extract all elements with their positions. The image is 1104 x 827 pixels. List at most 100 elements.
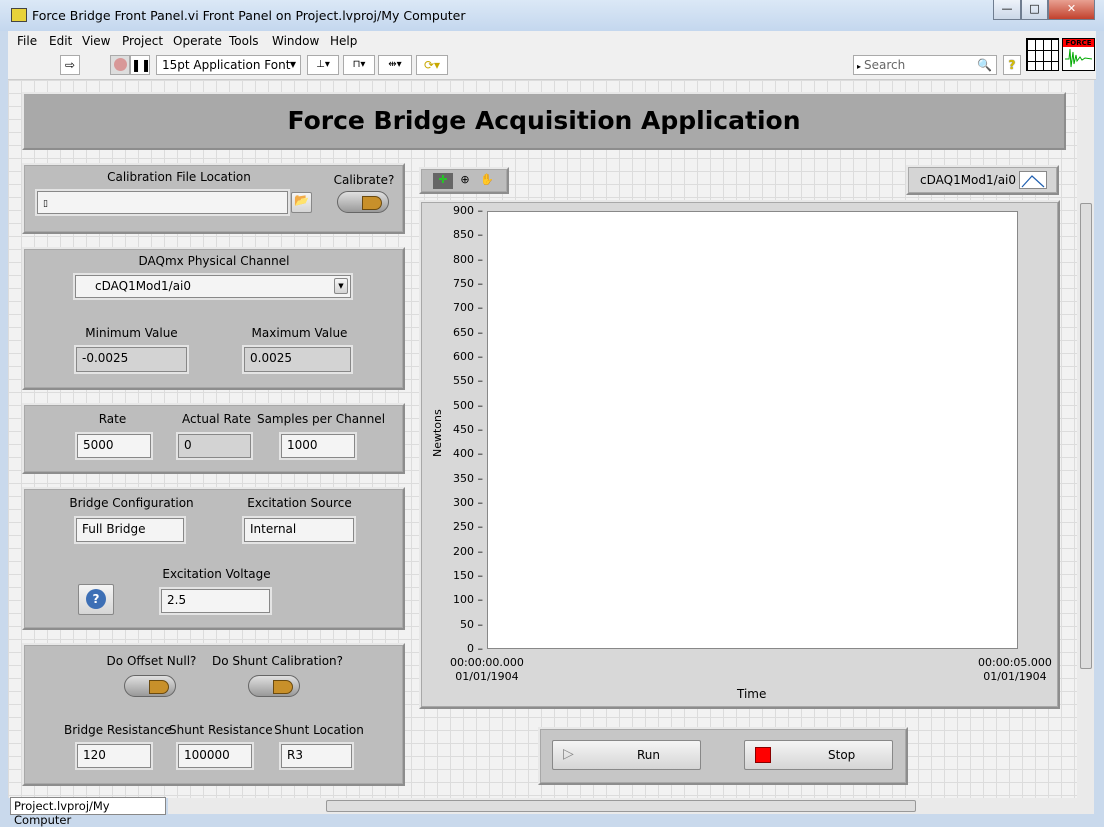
menu-window[interactable]: Window: [272, 34, 319, 48]
window-title: Force Bridge Front Panel.vi Front Panel …: [32, 8, 466, 23]
y-tick-label: 850 –: [453, 228, 483, 242]
align-objects-icon[interactable]: ⊥▾: [307, 55, 339, 75]
x-tick-start-date: 01/01/1904: [455, 670, 519, 683]
x-axis-label: Time: [737, 687, 767, 701]
vertical-scrollbar[interactable]: [1077, 80, 1094, 798]
horizontal-scrollbar[interactable]: [168, 798, 1094, 814]
play-icon: ▷: [563, 746, 574, 762]
run-arrow-icon[interactable]: ⇨: [60, 55, 80, 75]
font-dropdown[interactable]: 15pt Application Font ▼: [156, 55, 301, 75]
excitation-voltage-input[interactable]: 2.5: [159, 587, 272, 615]
menu-edit[interactable]: Edit: [49, 34, 72, 48]
maximum-value-input[interactable]: 0.0025: [242, 345, 353, 374]
menu-operate[interactable]: Operate: [173, 34, 222, 48]
channel-section: DAQmx Physical Channel cDAQ1Mod1/ai0 ▼ M…: [22, 247, 405, 390]
search-icon[interactable]: 🔍: [977, 56, 992, 74]
minimum-value-input[interactable]: -0.0025: [74, 345, 189, 374]
menu-bar: File Edit View Project Operate Tools Win…: [8, 31, 1096, 51]
maximize-button[interactable]: □: [1021, 0, 1048, 20]
menu-file[interactable]: File: [17, 34, 37, 48]
bridge-resistance-label: Bridge Resistance: [64, 723, 172, 737]
pan-tool-icon[interactable]: ✋: [477, 173, 497, 189]
y-tick-label: 550 –: [453, 374, 483, 388]
vi-icon: FORCE: [1062, 38, 1095, 71]
x-tick-start-time: 00:00:00.000: [450, 656, 524, 669]
x-tick-start: 00:00:00.000 01/01/1904: [450, 656, 524, 684]
browse-folder-button[interactable]: 📂: [291, 192, 312, 213]
calibration-file-label: Calibration File Location: [107, 170, 251, 184]
path-icon: ▯: [43, 199, 48, 209]
menu-view[interactable]: View: [82, 34, 110, 48]
calibration-file-section: Calibration File Location ▯ 📂 Calibrate?: [22, 163, 405, 234]
search-placeholder: Search: [864, 58, 906, 72]
physical-channel-value: cDAQ1Mod1/ai0: [95, 279, 192, 293]
stop-icon: [755, 747, 771, 763]
minimize-button[interactable]: —: [993, 0, 1021, 20]
x-tick-end-date: 01/01/1904: [983, 670, 1047, 683]
plot-area[interactable]: [487, 211, 1018, 649]
excitation-voltage-label: Excitation Voltage: [162, 567, 271, 581]
reorder-icon[interactable]: ⟳▾: [416, 55, 448, 75]
chevron-down-icon: ▼: [289, 60, 296, 69]
bridge-configuration-input[interactable]: Full Bridge: [74, 516, 186, 544]
pause-icon[interactable]: ❚❚: [130, 55, 151, 75]
help-button[interactable]: ?: [78, 584, 114, 615]
y-tick-label: 650 –: [453, 325, 483, 339]
connector-pane-icon: [1026, 38, 1059, 71]
stop-label: Stop: [828, 748, 856, 762]
samples-per-channel-label: Samples per Channel: [256, 412, 386, 426]
stop-button[interactable]: Stop: [744, 740, 893, 770]
calibration-file-path-input[interactable]: ▯: [35, 189, 290, 216]
samples-per-channel-input[interactable]: 1000: [279, 432, 357, 460]
waveform-chart: 0 –50 –100 –150 –200 –250 –300 –350 –400…: [419, 200, 1060, 709]
excitation-source-input[interactable]: Internal: [242, 516, 356, 544]
physical-channel-label: DAQmx Physical Channel: [138, 254, 290, 268]
y-tick-label: 350 –: [453, 471, 483, 485]
search-input[interactable]: ▸ Search 🔍: [853, 55, 997, 75]
chevron-down-icon[interactable]: ▼: [334, 278, 348, 294]
cursor-tool-icon[interactable]: ✛: [433, 173, 453, 189]
menu-help[interactable]: Help: [330, 34, 357, 48]
offset-null-toggle[interactable]: [124, 675, 176, 697]
shunt-resistance-input[interactable]: 100000: [176, 742, 254, 770]
page-title: Force Bridge Acquisition Application: [287, 106, 801, 135]
y-tick-label: 600 –: [453, 350, 483, 363]
shunt-calibration-label: Do Shunt Calibration?: [212, 654, 344, 668]
waveform-icon: [1065, 48, 1093, 68]
distribute-objects-icon[interactable]: ⊓▾: [343, 55, 375, 75]
menu-tools[interactable]: Tools: [229, 34, 259, 48]
physical-channel-dropdown[interactable]: cDAQ1Mod1/ai0 ▼: [73, 273, 353, 300]
menu-project[interactable]: Project: [122, 34, 163, 48]
vertical-scroll-thumb[interactable]: [1080, 203, 1092, 669]
plot-legend[interactable]: cDAQ1Mod1/ai0: [906, 165, 1059, 195]
header-banner: Force Bridge Acquisition Application: [22, 92, 1066, 150]
bridge-section: Bridge Configuration Full Bridge Excitat…: [22, 487, 405, 630]
rate-input[interactable]: 5000: [75, 432, 153, 460]
x-tick-end-time: 00:00:05.000: [978, 656, 1052, 669]
horizontal-scroll-thumb[interactable]: [326, 800, 916, 812]
run-button[interactable]: ▷ Run: [552, 740, 701, 770]
shunt-resistance-label: Shunt Resistance: [169, 723, 273, 737]
zoom-tool-icon[interactable]: ⊕: [455, 173, 475, 189]
help-icon[interactable]: ?: [1003, 55, 1021, 75]
calibrate-label: Calibrate?: [333, 173, 395, 187]
shunt-calibration-toggle[interactable]: [248, 675, 300, 697]
shunt-location-input[interactable]: R3: [279, 742, 354, 770]
abort-icon[interactable]: [110, 55, 130, 75]
calibrate-toggle[interactable]: [337, 191, 389, 213]
legend-series-name: cDAQ1Mod1/ai0: [920, 173, 1017, 187]
close-button[interactable]: ✕: [1048, 0, 1095, 20]
resize-objects-icon[interactable]: ⇹▾: [378, 55, 412, 75]
y-tick-label: 700 –: [453, 301, 483, 315]
y-tick-label: 0 –: [467, 642, 483, 655]
y-tick-label: 300 –: [453, 496, 483, 509]
actual-rate-label: Actual Rate: [182, 412, 251, 426]
excitation-source-label: Excitation Source: [247, 496, 352, 510]
run-stop-section: ▷ Run Stop: [538, 727, 908, 785]
bridge-resistance-input[interactable]: 120: [75, 742, 153, 770]
y-tick-label: 100 –: [453, 593, 483, 607]
shunt-location-label: Shunt Location: [274, 723, 364, 737]
project-context-indicator[interactable]: Project.lvproj/My Computer: [10, 797, 166, 827]
toolbar: ⇨ ❚❚ 15pt Application Font ▼ ⊥▾ ⊓▾ ⇹▾ ⟳▾ …: [8, 38, 1096, 80]
rate-label: Rate: [98, 412, 127, 426]
